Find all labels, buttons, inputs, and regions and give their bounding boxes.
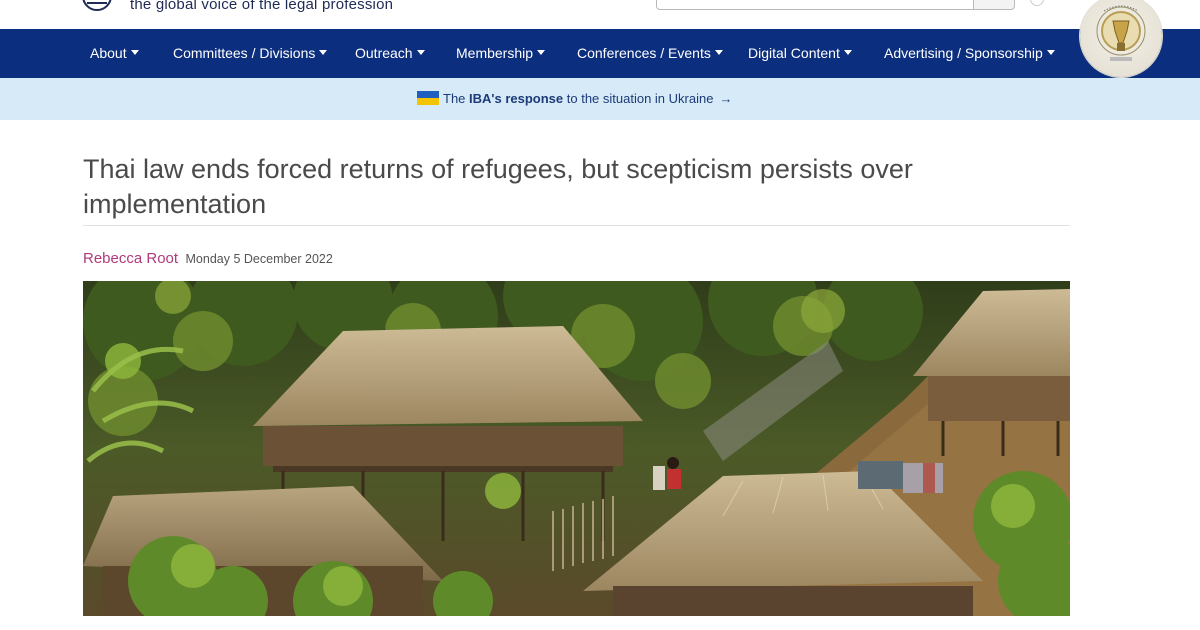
user-icon[interactable] xyxy=(1030,0,1044,6)
nav-item-membership[interactable]: Membership xyxy=(456,45,546,61)
nav-item-outreach[interactable]: Outreach xyxy=(355,45,425,61)
banner-prefix: The xyxy=(443,91,470,106)
site-tagline: the global voice of the legal profession xyxy=(130,0,394,13)
refugee-camp-photo xyxy=(83,281,1070,616)
caret-down-icon xyxy=(714,50,723,55)
search-input[interactable] xyxy=(656,0,974,10)
byline: Rebecca Root Monday 5 December 2022 xyxy=(83,250,333,268)
nav-item-committees[interactable]: Committees / Divisions xyxy=(173,45,328,61)
nav-label: Outreach xyxy=(355,45,413,61)
seal-badge xyxy=(1080,0,1162,77)
nav-label: Committees / Divisions xyxy=(173,45,316,61)
arrow-right-icon: → xyxy=(719,91,733,106)
caret-down-icon xyxy=(319,50,328,55)
caret-down-icon xyxy=(130,50,139,55)
nav-label: Conferences / Events xyxy=(577,45,711,61)
ukraine-flag-icon xyxy=(417,91,439,105)
nav-label: About xyxy=(90,45,127,61)
article-photo xyxy=(83,281,1070,616)
nav-item-conferences[interactable]: Conferences / Events xyxy=(577,45,723,61)
title-divider xyxy=(83,225,1070,226)
seal-emblem-icon xyxy=(1096,5,1146,61)
search-button[interactable] xyxy=(973,0,1015,10)
caret-down-icon xyxy=(416,50,425,55)
publish-date: Monday 5 December 2022 xyxy=(185,252,333,266)
site-header: the global voice of the legal profession xyxy=(0,0,1200,29)
nav-label: Advertising / Sponsorship xyxy=(884,45,1043,61)
author-link[interactable]: Rebecca Root xyxy=(83,250,178,267)
iba-globe-icon[interactable] xyxy=(76,0,118,14)
nav-label: Digital Content xyxy=(748,45,840,61)
nav-label: Membership xyxy=(456,45,534,61)
nav-item-about[interactable]: About xyxy=(90,45,139,61)
caret-down-icon xyxy=(1046,50,1055,55)
banner-suffix: to the situation in Ukraine xyxy=(563,91,714,106)
nav-item-digital-content[interactable]: Digital Content xyxy=(748,45,852,61)
caret-down-icon xyxy=(843,50,852,55)
ukraine-banner: The IBA's response to the situation in U… xyxy=(0,78,1200,120)
caret-down-icon xyxy=(537,50,546,55)
ukraine-banner-link[interactable]: The IBA's response to the situation in U… xyxy=(417,91,732,106)
main-nav: About Committees / Divisions Outreach Me… xyxy=(0,29,1200,78)
nav-item-advertising[interactable]: Advertising / Sponsorship xyxy=(884,45,1055,61)
banner-strong-text: IBA's response xyxy=(469,91,564,106)
article-title: Thai law ends forced returns of refugees… xyxy=(83,154,913,219)
